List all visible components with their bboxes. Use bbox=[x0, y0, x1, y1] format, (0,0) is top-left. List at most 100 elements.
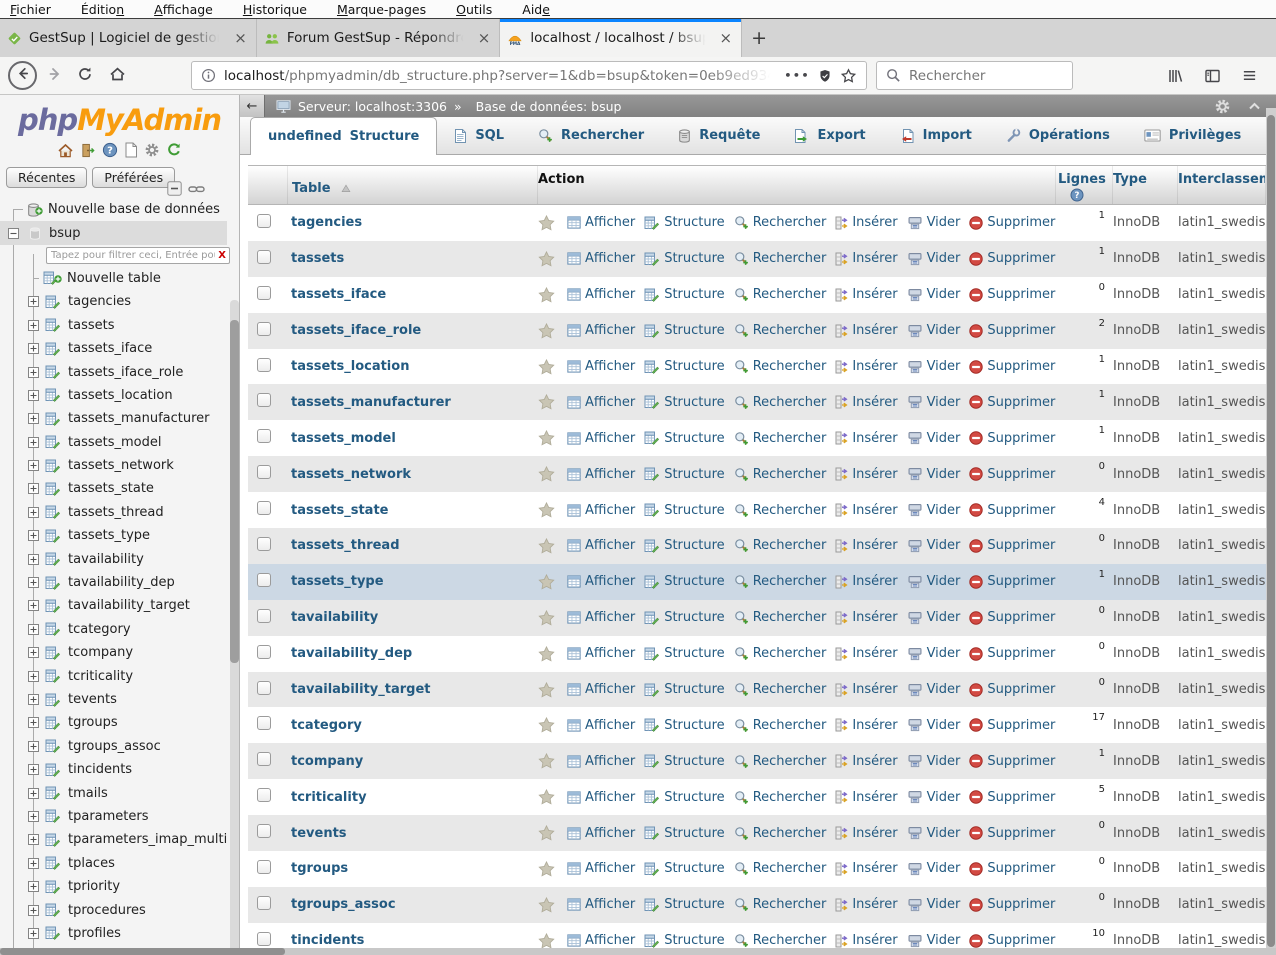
menu-dition[interactable]: Édition bbox=[81, 2, 124, 17]
action-supprimer[interactable]: Supprimer bbox=[969, 395, 1055, 410]
settings-gear-icon[interactable] bbox=[1214, 98, 1231, 115]
expand-icon[interactable] bbox=[28, 624, 39, 635]
action-vider[interactable]: Vider bbox=[907, 323, 961, 338]
action-vider[interactable]: Vider bbox=[907, 538, 961, 553]
action-structure[interactable]: Structure bbox=[644, 431, 724, 446]
action-vider[interactable]: Vider bbox=[907, 503, 961, 518]
tab-export[interactable]: Export bbox=[777, 117, 882, 154]
action-supprimer[interactable]: Supprimer bbox=[969, 538, 1055, 553]
action-supprimer[interactable]: Supprimer bbox=[969, 251, 1055, 266]
row-checkbox[interactable] bbox=[257, 645, 271, 659]
action-inserer[interactable]: Insérer bbox=[835, 251, 897, 266]
expand-icon[interactable] bbox=[28, 764, 39, 775]
tree-table-item[interactable]: tmails bbox=[68, 786, 108, 801]
action-afficher[interactable]: Afficher bbox=[567, 933, 635, 948]
tree-table-item[interactable]: tavailability bbox=[68, 552, 144, 567]
action-vider[interactable]: Vider bbox=[907, 359, 961, 374]
action-inserer[interactable]: Insérer bbox=[835, 503, 897, 518]
action-structure[interactable]: Structure bbox=[644, 933, 724, 948]
action-supprimer[interactable]: Supprimer bbox=[969, 287, 1055, 302]
action-structure[interactable]: Structure bbox=[644, 861, 724, 876]
expand-icon[interactable] bbox=[28, 460, 39, 471]
tab-privilges[interactable]: Privilèges bbox=[1127, 117, 1258, 154]
action-rechercher[interactable]: Rechercher bbox=[734, 718, 827, 733]
browser-tab[interactable]: GestSup | Logiciel de gestion× bbox=[0, 19, 257, 57]
action-afficher[interactable]: Afficher bbox=[567, 287, 635, 302]
action-supprimer[interactable]: Supprimer bbox=[969, 503, 1055, 518]
action-structure[interactable]: Structure bbox=[644, 754, 724, 769]
forward-button[interactable] bbox=[47, 66, 63, 86]
action-rechercher[interactable]: Rechercher bbox=[734, 395, 827, 410]
url-bar[interactable]: localhost/phpmyadmin/db_structure.php?se… bbox=[191, 61, 867, 90]
action-vider[interactable]: Vider bbox=[907, 467, 961, 482]
row-checkbox[interactable] bbox=[257, 465, 271, 479]
action-structure[interactable]: Structure bbox=[644, 395, 724, 410]
action-structure[interactable]: Structure bbox=[644, 287, 724, 302]
action-structure[interactable]: Structure bbox=[644, 323, 724, 338]
action-vider[interactable]: Vider bbox=[907, 861, 961, 876]
table-name-link[interactable]: tassets_iface_role bbox=[288, 323, 538, 338]
table-name-link[interactable]: tavailability_target bbox=[288, 682, 538, 697]
action-afficher[interactable]: Afficher bbox=[567, 646, 635, 661]
row-checkbox[interactable] bbox=[257, 860, 271, 874]
action-rechercher[interactable]: Rechercher bbox=[734, 215, 827, 230]
tree-table-item[interactable]: tassets_model bbox=[68, 435, 161, 450]
action-structure[interactable]: Structure bbox=[644, 718, 724, 733]
row-checkbox[interactable] bbox=[257, 932, 271, 946]
expand-icon[interactable] bbox=[28, 320, 39, 331]
hamburger-menu-icon[interactable] bbox=[1241, 68, 1258, 83]
favorite-star-icon[interactable] bbox=[538, 538, 555, 554]
favorite-star-icon[interactable] bbox=[538, 287, 555, 303]
tab-oprations[interactable]: Opérations bbox=[989, 117, 1127, 154]
action-inserer[interactable]: Insérer bbox=[835, 538, 897, 553]
gear-icon[interactable] bbox=[144, 142, 160, 158]
action-afficher[interactable]: Afficher bbox=[567, 897, 635, 912]
action-structure[interactable]: Structure bbox=[644, 467, 724, 482]
header-table[interactable]: Table bbox=[292, 181, 331, 196]
expand-icon[interactable] bbox=[28, 367, 39, 378]
action-inserer[interactable]: Insérer bbox=[835, 682, 897, 697]
action-rechercher[interactable]: Rechercher bbox=[734, 503, 827, 518]
action-inserer[interactable]: Insérer bbox=[835, 215, 897, 230]
tree-table-item[interactable]: tplaces bbox=[68, 856, 115, 871]
header-rows[interactable]: Lignes bbox=[1058, 172, 1106, 187]
bookmark-star-icon[interactable] bbox=[840, 68, 857, 84]
refresh-icon[interactable] bbox=[166, 142, 182, 158]
sidebar-button-prfres[interactable]: Préférées bbox=[92, 167, 175, 188]
tab-close-icon[interactable]: × bbox=[232, 29, 249, 47]
tree-table-item[interactable]: tassets bbox=[68, 318, 114, 333]
action-rechercher[interactable]: Rechercher bbox=[734, 754, 827, 769]
action-afficher[interactable]: Afficher bbox=[567, 826, 635, 841]
action-supprimer[interactable]: Supprimer bbox=[969, 826, 1055, 841]
action-rechercher[interactable]: Rechercher bbox=[734, 682, 827, 697]
action-inserer[interactable]: Insérer bbox=[835, 431, 897, 446]
table-name-link[interactable]: tassets_location bbox=[288, 359, 538, 374]
action-vider[interactable]: Vider bbox=[907, 790, 961, 805]
action-afficher[interactable]: Afficher bbox=[567, 215, 635, 230]
expand-icon[interactable] bbox=[28, 811, 39, 822]
action-structure[interactable]: Structure bbox=[644, 359, 724, 374]
tree-table-item[interactable]: tassets_iface_role bbox=[68, 365, 183, 380]
new-table-item[interactable]: Nouvelle table bbox=[67, 271, 161, 286]
row-checkbox[interactable] bbox=[257, 788, 271, 802]
tree-table-item[interactable]: tassets_state bbox=[68, 481, 154, 496]
row-checkbox[interactable] bbox=[257, 214, 271, 228]
table-name-link[interactable]: tgroups_assoc bbox=[288, 897, 538, 912]
menu-outils[interactable]: Outils bbox=[456, 2, 492, 17]
action-inserer[interactable]: Insérer bbox=[835, 897, 897, 912]
favorite-star-icon[interactable] bbox=[538, 502, 555, 518]
favorite-star-icon[interactable] bbox=[538, 933, 555, 949]
table-name-link[interactable]: tassets_iface bbox=[288, 287, 538, 302]
action-afficher[interactable]: Afficher bbox=[567, 395, 635, 410]
table-name-link[interactable]: tassets_manufacturer bbox=[288, 395, 538, 410]
action-vider[interactable]: Vider bbox=[907, 431, 961, 446]
menu-historique[interactable]: Historique bbox=[243, 2, 307, 17]
header-type[interactable]: Type bbox=[1113, 166, 1178, 204]
action-supprimer[interactable]: Supprimer bbox=[969, 897, 1055, 912]
table-name-link[interactable]: tincidents bbox=[288, 933, 538, 948]
table-name-link[interactable]: tavailability bbox=[288, 610, 538, 625]
home-icon[interactable] bbox=[57, 143, 74, 158]
action-inserer[interactable]: Insérer bbox=[835, 395, 897, 410]
expand-icon[interactable] bbox=[28, 437, 39, 448]
action-vider[interactable]: Vider bbox=[907, 610, 961, 625]
